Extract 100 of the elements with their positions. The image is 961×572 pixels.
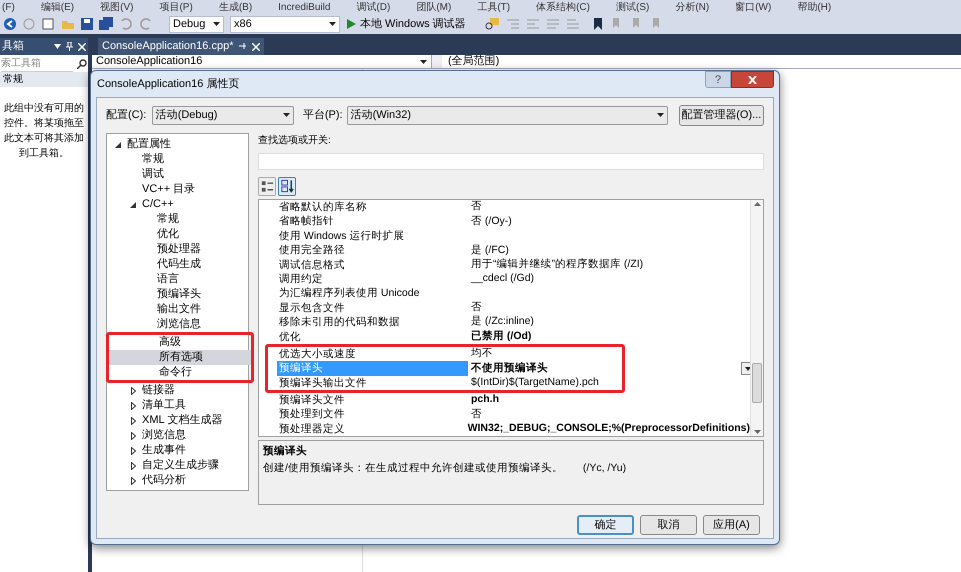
file-tab[interactable]: ConsoleApplication16.cpp* — [98, 38, 264, 55]
categorized-view-button[interactable] — [258, 176, 276, 196]
menu-item[interactable]: 体系结构(C) — [536, 0, 590, 14]
dropdown-icon[interactable] — [54, 44, 61, 49]
property-row[interactable]: 优选大小或速度 均不 — [277, 346, 622, 362]
caret-icon[interactable] — [744, 366, 750, 370]
menu-item[interactable]: 团队(M) — [416, 0, 452, 14]
caret-icon[interactable] — [656, 113, 664, 117]
property-row[interactable]: 省略默认的库名称 否 — [277, 200, 750, 214]
property-row[interactable]: 预处理器定义 WIN32;_DEBUG;_CONSOLE;%(PreprocessorDefinitions) — [277, 422, 750, 436]
bookmark-icon[interactable] — [592, 18, 604, 30]
dialog-button[interactable]: 取消 — [640, 515, 697, 535]
scroll-down-icon[interactable] — [754, 430, 760, 434]
close-button[interactable] — [731, 71, 774, 88]
menu-item[interactable]: 编辑(E) — [40, 0, 74, 14]
menu-item[interactable]: 窗口(W) — [735, 0, 772, 14]
close-icon[interactable] — [252, 42, 260, 50]
tree-item[interactable]: 输出文件 — [107, 302, 248, 317]
back-icon[interactable] — [3, 17, 17, 31]
menu-item[interactable]: 帮助(H) — [797, 0, 832, 14]
tree-item[interactable]: 代码生成 — [107, 257, 248, 272]
property-row[interactable]: 显示包含文件 否 — [277, 300, 750, 316]
tree-item[interactable]: XML 文档生成器 — [107, 413, 248, 428]
tree-item[interactable]: 调试 — [107, 167, 248, 182]
dialog-button[interactable]: 确定 — [577, 515, 634, 535]
search-field[interactable] — [258, 153, 764, 170]
menu-item[interactable]: 调试(D) — [356, 0, 390, 14]
expanded-arrow-icon[interactable] — [130, 202, 136, 208]
caret-icon[interactable] — [282, 113, 290, 117]
caret-icon[interactable] — [420, 60, 427, 64]
tree-item[interactable]: 配置属性 — [107, 137, 248, 152]
close-icon[interactable] — [78, 42, 86, 50]
property-name: 优选大小或速度 — [278, 346, 357, 362]
close-icon[interactable] — [748, 76, 757, 84]
property-row[interactable]: 为汇编程序列表使用 Unicode — [277, 286, 750, 301]
search-field[interactable]: 索工具箱 — [1, 56, 73, 72]
tree-item[interactable]: 高级 — [109, 335, 251, 350]
play-icon[interactable] — [346, 19, 356, 29]
property-row[interactable]: 移除未引用的代码和数据 是 (/Zc:inline) — [277, 315, 750, 330]
toolbox-group[interactable]: 常规 — [0, 72, 88, 87]
property-row[interactable]: 使用 Windows 运行时扩展 — [277, 228, 750, 244]
help-button[interactable]: ? — [705, 71, 731, 88]
scrollbar[interactable] — [750, 200, 763, 436]
tree-item[interactable]: 命令行 — [109, 365, 251, 380]
field-label: 配置(C): — [106, 108, 148, 123]
tree-item[interactable]: 浏览信息 — [107, 317, 248, 332]
tree-item[interactable]: 预编译头 — [107, 287, 248, 302]
tree-item[interactable]: 常规 — [107, 152, 248, 167]
menu-item[interactable]: (F) — [2, 0, 15, 14]
expanded-arrow-icon[interactable] — [115, 142, 121, 148]
scrollbar-thumb[interactable] — [752, 363, 762, 403]
tree-item[interactable]: C/C++ — [107, 197, 248, 212]
save-all-icon[interactable] — [99, 17, 113, 31]
configuration-manager-button[interactable]: 配置管理器(O)... — [678, 104, 764, 126]
tree-item[interactable]: 代码分析 — [107, 473, 248, 488]
menu-item[interactable]: IncrediBuild — [278, 0, 330, 14]
member-dropdown[interactable]: (全局范围) — [442, 55, 961, 68]
tree-item[interactable]: 常规 — [107, 212, 248, 227]
property-row[interactable]: 省略帧指针 否 (/Oy-) — [277, 214, 750, 229]
config-dropdown[interactable]: Debug — [169, 16, 224, 32]
menu-item[interactable]: 项目(P) — [159, 0, 193, 14]
property-name: 使用完全路径 — [278, 243, 346, 258]
dialog-button[interactable]: 应用(A) — [703, 515, 760, 535]
tree-item[interactable]: 自定义生成步骤 — [107, 458, 248, 473]
tree-item[interactable]: 预处理器 — [107, 242, 248, 257]
caret-icon[interactable] — [329, 22, 336, 26]
menu-item[interactable]: 生成(B) — [218, 0, 252, 14]
config-dropdown[interactable]: 活动(Debug) — [152, 106, 294, 124]
pin-icon[interactable] — [239, 42, 246, 51]
description-title: 预编译头 — [263, 444, 308, 459]
run-button[interactable]: 本地 Windows 调试器 — [346, 16, 466, 32]
property-row[interactable]: 优化 已禁用 (/Od) — [277, 330, 750, 344]
platform-dropdown[interactable]: 活动(Win32) — [346, 106, 668, 124]
property-row[interactable]: 预编译头文件 pch.h — [277, 393, 750, 408]
platform-dropdown[interactable]: x86 — [230, 16, 340, 32]
menu-item[interactable]: 分析(N) — [675, 0, 710, 14]
caret-icon[interactable] — [213, 22, 220, 26]
property-row[interactable]: 使用完全路径 是 (/FC) — [277, 243, 750, 258]
tree-item[interactable]: VC++ 目录 — [107, 182, 248, 197]
tree-item[interactable]: 链接器 — [107, 383, 248, 398]
scope-dropdown[interactable]: ConsoleApplication16 — [92, 55, 432, 68]
scroll-up-icon[interactable] — [754, 202, 760, 206]
property-row[interactable]: 预编译头 不使用预编译头 — [277, 361, 750, 376]
tree-item[interactable]: 优化 — [107, 227, 248, 242]
property-row[interactable]: 调用约定 __cdecl (/Gd) — [277, 272, 750, 286]
property-row[interactable]: 预处理到文件 否 — [277, 407, 750, 422]
tree-item[interactable]: 所有选项 — [109, 350, 251, 365]
menu-item[interactable]: 测试(S) — [616, 0, 650, 14]
tree-item[interactable]: 生成事件 — [107, 443, 248, 458]
menu-item[interactable]: 视图(V) — [100, 0, 134, 14]
pin-icon[interactable] — [66, 42, 73, 51]
property-row[interactable]: 预编译头输出文件 $(IntDir)$(TargetName).pch — [277, 376, 622, 390]
menu-item[interactable]: 工具(T) — [477, 0, 510, 14]
alphabetical-view-button[interactable] — [278, 176, 296, 196]
tree-item[interactable]: 浏览信息 — [107, 428, 248, 443]
save-icon[interactable] — [81, 18, 93, 30]
search-icon[interactable] — [77, 58, 87, 68]
tree-item[interactable]: 清单工具 — [107, 398, 248, 413]
property-row[interactable]: 调试信息格式 用于“编辑并继续”的程序数据库 (/ZI) — [277, 258, 750, 272]
tree-item[interactable]: 语言 — [107, 272, 248, 287]
